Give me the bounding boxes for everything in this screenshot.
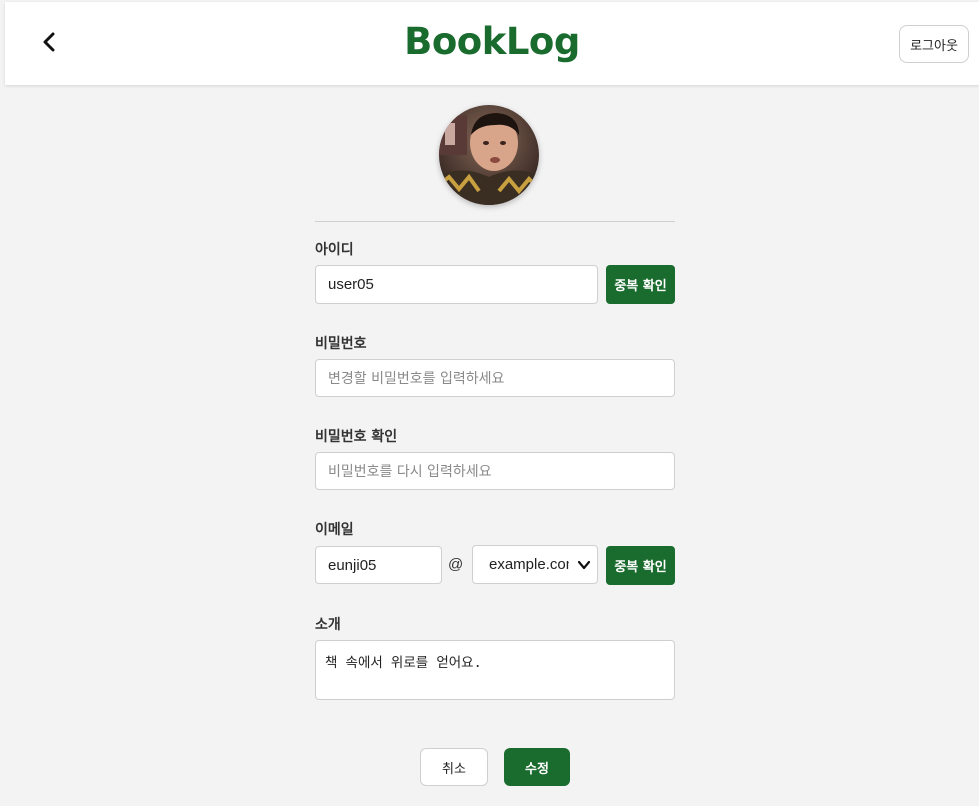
id-duplicate-check-button[interactable]: 중복 확인 bbox=[606, 265, 675, 304]
intro-textarea[interactable]: 책 속에서 위로를 얻어요. bbox=[315, 640, 675, 700]
email-domain-select[interactable]: example.com bbox=[472, 545, 598, 584]
password-confirm-label: 비밀번호 확인 bbox=[315, 429, 398, 445]
email-local-input[interactable]: eunji05 bbox=[315, 546, 442, 584]
email-label: 이메일 bbox=[315, 522, 354, 538]
logout-button[interactable]: 로그아웃 bbox=[899, 25, 969, 63]
section-divider bbox=[315, 221, 675, 222]
email-domain-value: example.com bbox=[489, 556, 569, 573]
chevron-down-icon bbox=[577, 560, 591, 570]
password-confirm-input[interactable]: 비밀번호를 다시 입력하세요 bbox=[315, 452, 675, 490]
email-at-sign: @ bbox=[448, 556, 464, 573]
app-logo[interactable]: BookLog bbox=[5, 20, 979, 63]
intro-label: 소개 bbox=[315, 617, 341, 633]
top-header: BookLog 로그아웃 bbox=[5, 2, 979, 85]
password-input[interactable]: 변경할 비밀번호를 입력하세요 bbox=[315, 359, 675, 397]
cancel-button[interactable]: 취소 bbox=[420, 748, 488, 786]
profile-avatar[interactable] bbox=[439, 105, 539, 205]
submit-button[interactable]: 수정 bbox=[504, 748, 570, 786]
id-input[interactable]: user05 bbox=[315, 265, 598, 304]
id-label: 아이디 bbox=[315, 242, 354, 258]
user-photo bbox=[439, 105, 539, 205]
email-duplicate-check-button[interactable]: 중복 확인 bbox=[606, 546, 675, 585]
password-label: 비밀번호 bbox=[315, 336, 367, 352]
